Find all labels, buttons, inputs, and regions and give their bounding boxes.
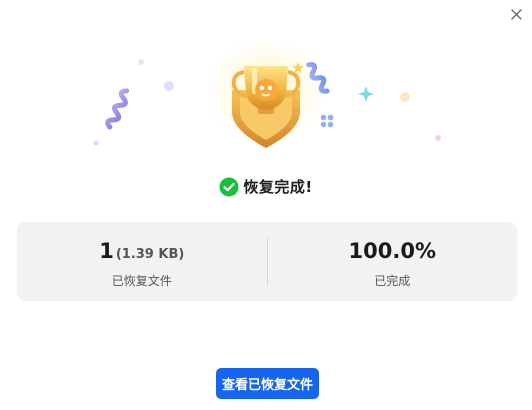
recovered-files-label: 已恢复文件 xyxy=(111,273,172,288)
completion-stat: 100.0% 已完成 xyxy=(268,222,518,301)
dot-icon xyxy=(435,135,441,141)
recovered-count: 1 xyxy=(99,238,114,263)
completion-percent: 100.0% xyxy=(348,238,436,263)
completion-label: 已完成 xyxy=(374,273,411,288)
recovered-files-stat: 1 (1.39 KB) 已恢复文件 xyxy=(17,222,267,301)
sparkle-icon xyxy=(358,86,374,102)
status-row: 恢复完成! xyxy=(0,176,532,197)
dot-icon xyxy=(93,140,99,146)
hero-illustration xyxy=(0,0,532,175)
recovered-size: (1.39 KB) xyxy=(115,246,185,262)
dot-icon xyxy=(138,59,144,65)
dot-icon xyxy=(164,81,174,91)
stats-card: 1 (1.39 KB) 已恢复文件 100.0% 已完成 xyxy=(17,222,517,301)
confetti-streamer-icon xyxy=(105,88,130,130)
status-text: 恢复完成! xyxy=(243,178,313,196)
clover-icon xyxy=(320,114,334,128)
recovery-complete-dialog: 恢复完成! 1 (1.39 KB) 已恢复文件 100.0% 已完成 查看已恢复… xyxy=(0,0,532,410)
view-recovered-files-button[interactable]: 查看已恢复文件 xyxy=(216,368,319,399)
check-circle-icon xyxy=(219,177,239,196)
dot-icon xyxy=(400,92,410,102)
